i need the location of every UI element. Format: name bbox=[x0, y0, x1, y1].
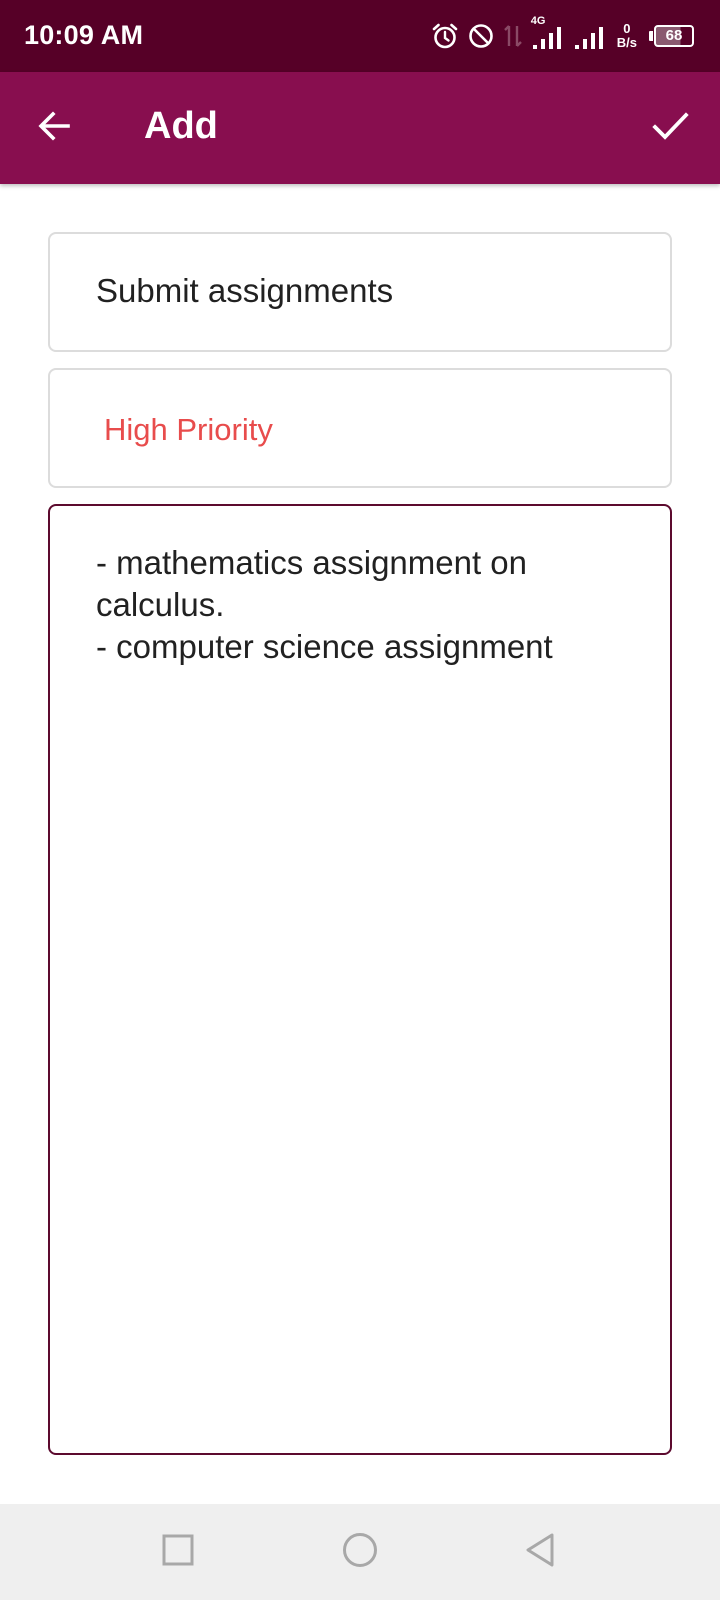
title-field[interactable]: Submit assignments bbox=[48, 232, 672, 352]
recents-square-icon bbox=[160, 1532, 196, 1573]
status-bar: 10:09 AM 4G 0 B/s 68 bbox=[0, 0, 720, 72]
status-time: 10:09 AM bbox=[24, 20, 144, 50]
notes-field[interactable]: - mathematics assignment on calculus. - … bbox=[48, 504, 672, 1455]
network-speed: 0 B/s bbox=[617, 22, 637, 50]
network-speed-value: 0 bbox=[623, 21, 631, 36]
alarm-icon bbox=[431, 22, 459, 50]
back-triangle-icon bbox=[522, 1531, 558, 1574]
check-icon bbox=[650, 106, 690, 151]
priority-selector[interactable]: High Priority bbox=[48, 368, 672, 488]
home-circle-icon bbox=[341, 1531, 379, 1574]
notes-input-value: - mathematics assignment on calculus. - … bbox=[96, 544, 553, 665]
save-button[interactable] bbox=[644, 102, 696, 154]
page-title: Add bbox=[144, 105, 218, 147]
recents-button[interactable] bbox=[156, 1530, 200, 1574]
data-transfer-icon bbox=[503, 22, 523, 50]
signal-icon bbox=[573, 21, 607, 51]
app-bar: Add bbox=[0, 72, 720, 184]
signal-icon: 4G bbox=[531, 15, 565, 51]
network-type-label: 4G bbox=[530, 15, 546, 27]
priority-value: High Priority bbox=[104, 412, 273, 447]
arrow-back-icon bbox=[36, 108, 72, 149]
home-button[interactable] bbox=[338, 1530, 382, 1574]
do-not-disturb-icon bbox=[467, 22, 495, 50]
battery-level: 68 bbox=[654, 25, 694, 47]
network-speed-unit: B/s bbox=[616, 35, 637, 50]
system-nav-bar bbox=[0, 1504, 720, 1600]
battery-icon: 68 bbox=[649, 25, 694, 47]
back-button[interactable] bbox=[30, 104, 78, 152]
status-icons: 4G 0 B/s 68 bbox=[431, 14, 694, 58]
nav-back-button[interactable] bbox=[518, 1530, 562, 1574]
title-input-value: Submit assignments bbox=[96, 272, 394, 309]
